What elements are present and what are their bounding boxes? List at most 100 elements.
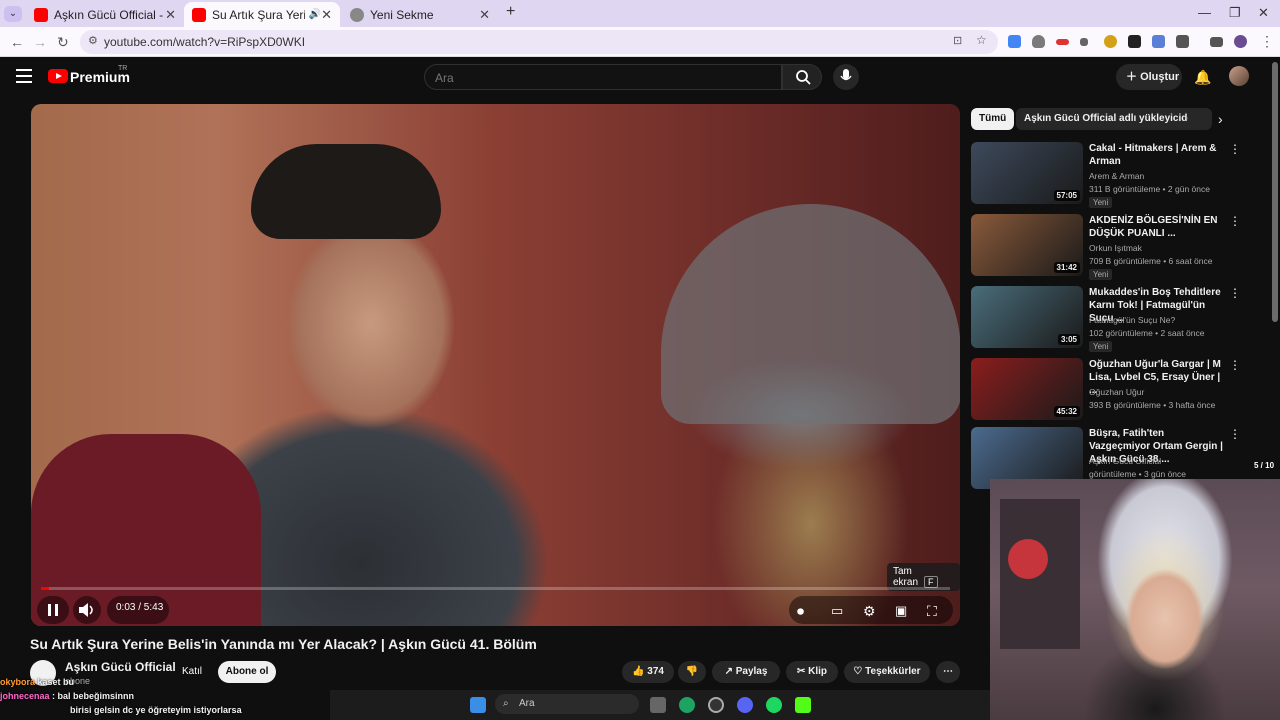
video-thumbnail[interactable]: 31:42	[971, 214, 1083, 276]
settings-gear-icon[interactable]: ⚙	[863, 603, 876, 620]
bookmark-star-icon[interactable]: ☆	[976, 33, 987, 47]
forward-icon[interactable]: →	[33, 34, 47, 50]
site-info-icon[interactable]: ⚙	[88, 34, 98, 47]
youtube-logo-icon[interactable]	[48, 69, 68, 83]
search-box[interactable]	[424, 64, 782, 90]
tab-askin-gucu-channel[interactable]: Aşkın Gücü Official - YouTube ✕	[26, 2, 184, 27]
channel-name[interactable]: Oğuzhan Uğur	[1089, 387, 1144, 397]
dislike-button[interactable]: 👎	[678, 661, 706, 683]
tab-current-video[interactable]: Su Artık Şura Yerine Belis'in 🔊 ✕	[184, 2, 340, 27]
tab-new-tab[interactable]: Yeni Sekme ✕	[342, 2, 498, 27]
volume-button[interactable]	[73, 596, 101, 624]
webcam-overlay	[990, 479, 1280, 720]
install-app-icon[interactable]: ⊡	[953, 34, 962, 47]
more-options-icon[interactable]: ⋮	[1229, 358, 1241, 372]
timecode: 0:03 / 5:43	[116, 602, 164, 613]
tab-search-button[interactable]: ⌄	[4, 6, 22, 22]
back-icon[interactable]: ←	[10, 34, 24, 50]
close-icon[interactable]: ✕	[479, 7, 490, 23]
channel-name[interactable]: Aşkın Gücü Official	[1089, 456, 1161, 466]
video-meta: 102 görüntüleme • 2 saat önce	[1089, 328, 1205, 338]
video-title[interactable]: Cakal - Hitmakers | Arem & Arman	[1089, 142, 1227, 168]
minimize-icon[interactable]: —	[1198, 5, 1211, 20]
voice-search-button[interactable]	[833, 64, 859, 90]
channel-name[interactable]: Orkun Işıtmak	[1089, 243, 1142, 253]
chat-user: johnecenaa	[0, 691, 50, 701]
media-control-icon[interactable]	[1210, 37, 1223, 47]
channel-name[interactable]: Aşkın Gücü Official	[65, 660, 176, 674]
windows-start-icon[interactable]	[470, 697, 486, 713]
browser-menu-icon[interactable]: ⋮	[1260, 33, 1274, 50]
chip-next[interactable]	[1188, 108, 1212, 130]
progress-bar[interactable]	[41, 587, 950, 590]
extension-gold-icon[interactable]	[1104, 35, 1117, 48]
video-meta: 393 B görüntüleme • 3 hafta önce	[1089, 400, 1216, 410]
extension-blue-icon[interactable]	[1152, 35, 1165, 48]
more-actions-button[interactable]: ⋯	[936, 661, 960, 683]
clip-button[interactable]: ✂ Klip	[786, 661, 838, 683]
close-icon[interactable]: ✕	[321, 7, 332, 23]
tooltip-text: Tam ekran	[893, 566, 919, 588]
more-options-icon[interactable]: ⋮	[1229, 286, 1241, 300]
extension-red-icon[interactable]	[1056, 39, 1069, 45]
profile-icon[interactable]	[1234, 35, 1247, 48]
autoplay-toggle-icon[interactable]: ⏺	[797, 603, 804, 620]
thanks-button[interactable]: ♡ Teşekkürler	[844, 661, 930, 683]
search-button[interactable]	[782, 64, 822, 90]
menu-hamburger-icon[interactable]	[16, 69, 32, 83]
omnibox[interactable]: ⚙ youtube.com/watch?v=RiPspXD0WKI ⊡ ☆	[80, 30, 998, 54]
notifications-bell-icon[interactable]: 🔔	[1194, 69, 1211, 86]
restore-icon[interactable]: ❐	[1229, 5, 1241, 21]
new-badge: Yeni	[1089, 197, 1113, 208]
speaker-icon[interactable]: 🔊	[309, 9, 321, 20]
account-avatar[interactable]	[1229, 66, 1249, 86]
extension-gray-icon[interactable]	[1080, 38, 1088, 46]
chat-line: birisi gelsin dc ye öğreteyim istiyorlar…	[0, 703, 330, 717]
video-thumbnail[interactable]: 45:32	[971, 358, 1083, 420]
chip-uploader[interactable]: Aşkın Gücü Official adlı yükleyiciden	[1016, 108, 1208, 130]
translate-extension-icon[interactable]	[1008, 35, 1021, 48]
like-button[interactable]: 👍 374	[622, 661, 674, 683]
channel-name[interactable]: Arem & Arman	[1089, 171, 1144, 181]
video-thumbnail[interactable]: 3:05	[971, 286, 1083, 348]
channel-name[interactable]: Fatmagül'ün Suçu Ne?	[1089, 315, 1175, 325]
heart-dollar-icon: ♡	[853, 666, 866, 677]
task-view-icon[interactable]	[650, 697, 666, 713]
more-options-icon[interactable]: ⋮	[1229, 142, 1241, 156]
chrome-icon[interactable]	[679, 697, 695, 713]
subtitles-icon[interactable]: ▭	[831, 603, 843, 619]
create-button[interactable]: ＋ Oluştur	[1116, 64, 1182, 90]
fullscreen-icon[interactable]: ⛶	[927, 603, 937, 620]
close-icon[interactable]: ✕	[165, 7, 176, 23]
taskbar-search[interactable]: ⌕ Ara	[495, 694, 639, 714]
recommendation-item[interactable]: 31:42 AKDENİZ BÖLGESİ'NİN EN DÜŞÜK PUANL…	[971, 214, 1251, 280]
recommendation-pager: 5 / 10	[1254, 461, 1275, 470]
theater-mode-icon[interactable]: ▣	[895, 603, 907, 619]
share-button[interactable]: ↗ Paylaş	[712, 661, 780, 683]
video-title[interactable]: AKDENİZ BÖLGESİ'NİN EN DÜŞÜK PUANLI ...	[1089, 214, 1227, 240]
discord-icon[interactable]	[737, 697, 753, 713]
recommendation-item[interactable]: 3:05 Mukaddes'in Boş Tehditlere Karnı To…	[971, 286, 1251, 352]
recommendation-item[interactable]: 57:05 Cakal - Hitmakers | Arem & Arman A…	[971, 142, 1251, 208]
chevron-right-icon[interactable]: ›	[1218, 111, 1223, 127]
more-options-icon[interactable]: ⋮	[1229, 214, 1241, 228]
chip-all[interactable]: Tümü	[971, 108, 1015, 130]
recommendation-item[interactable]: 45:32 Oğuzhan Uğur'la Gargar | M Lisa, L…	[971, 358, 1251, 422]
kick-icon[interactable]	[795, 697, 811, 713]
search-input[interactable]	[435, 71, 735, 85]
share-label: Paylaş	[735, 666, 768, 677]
close-window-icon[interactable]: ✕	[1258, 5, 1269, 21]
scrollbar[interactable]	[1272, 62, 1278, 322]
spotify-icon[interactable]	[766, 697, 782, 713]
extension-dark-icon[interactable]	[1128, 35, 1141, 48]
reload-icon[interactable]: ↻	[57, 34, 69, 51]
video-thumbnail[interactable]: 57:05	[971, 142, 1083, 204]
more-options-icon[interactable]: ⋮	[1229, 427, 1241, 441]
shield-extension-icon[interactable]	[1032, 35, 1045, 48]
video-duration: 45:32	[1053, 406, 1080, 417]
new-tab-icon[interactable]: +	[506, 3, 515, 21]
obs-icon[interactable]	[708, 697, 724, 713]
play-pause-button[interactable]	[37, 596, 69, 624]
video-player[interactable]: Tam ekran F 0:03 / 5:43 ⏺ ▭ ⚙ ▣ ⛶	[31, 104, 960, 626]
extensions-puzzle-icon[interactable]	[1176, 35, 1189, 48]
